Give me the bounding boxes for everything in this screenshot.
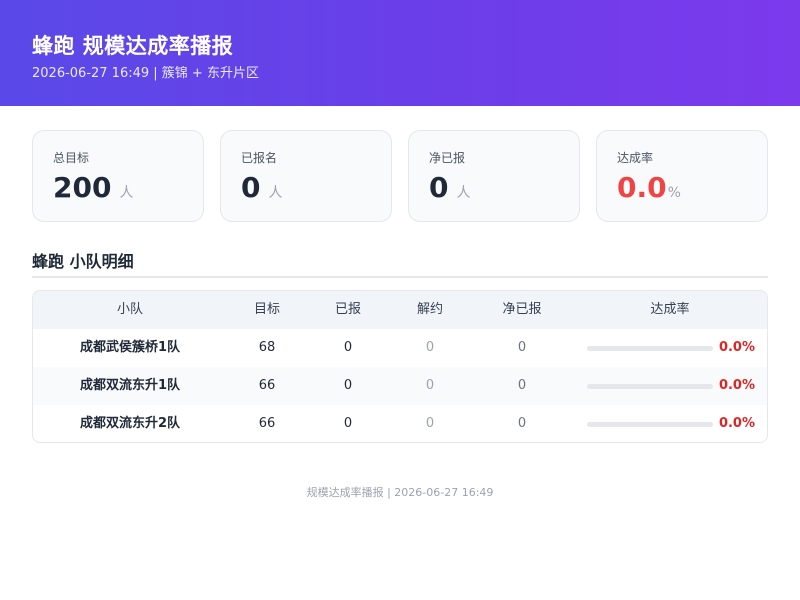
stat-unit: 人 [119,185,134,201]
progress-bar [587,384,713,389]
column-header-cancelled: 解约 [416,302,443,317]
section-divider [32,276,768,278]
stat-card-reported: 已报名 0人 [220,130,392,222]
team-table: 小队 目标 已报 解约 净已报 达成率 成都武侯簇桥1队 68 0 0 0 0.… [32,290,768,443]
team-reported: 0 [343,340,353,355]
team-net: 0 [517,378,527,393]
team-reported: 0 [343,378,353,393]
team-target: 68 [258,340,276,355]
stat-value-wrap: 0人 [429,171,470,204]
page-title: 蜂跑 规模达成率播报 [32,34,234,58]
stat-label: 净已报 [429,151,466,165]
table-row: 成都双流东升2队 66 0 0 0 0.0% [33,405,767,442]
team-cancelled: 0 [425,416,435,431]
team-cancelled: 0 [425,378,435,393]
team-rate: 0.0% [718,378,755,393]
stat-unit: 人 [456,185,471,201]
team-name: 成都武侯簇桥1队 [79,340,181,355]
team-name: 成都双流东升1队 [79,378,181,393]
team-rate: 0.0% [718,416,755,431]
team-net: 0 [517,340,527,355]
stat-value: 0 [429,171,449,204]
team-target: 66 [258,378,276,393]
column-header-target: 目标 [253,302,280,317]
progress-bar [587,422,713,427]
stats-cards: 总目标 200 人 已报名 0人 净已报 0人 达成率 0.0% [32,130,768,222]
stat-value-wrap: 0.0% [617,171,681,204]
team-reported: 0 [343,416,353,431]
stat-card-net-reported: 净已报 0人 [408,130,580,222]
progress-bar [587,346,713,351]
team-net: 0 [517,416,527,431]
footer-text: 规模达成率播报 | 2026-06-27 16:49 [306,486,494,499]
stat-label: 已报名 [241,151,278,165]
stat-value: 0.0 [617,171,667,204]
column-header-team: 小队 [116,302,143,317]
column-header-reported: 已报 [334,302,361,317]
stat-label: 达成率 [617,151,654,165]
stat-label: 总目标 [53,151,90,165]
team-target: 66 [258,416,276,431]
stat-unit: % [667,185,681,201]
table-header-row: 小队 目标 已报 解约 净已报 达成率 [33,291,767,329]
team-name: 成都双流东升2队 [79,416,181,431]
report-subtitle: 2026-06-27 16:49 | 簇锦 + 东升片区 [32,66,259,81]
stat-value-wrap: 200 人 [53,171,133,204]
stat-value: 0 [241,171,261,204]
report-header: 蜂跑 规模达成率播报 2026-06-27 16:49 | 簇锦 + 东升片区 [0,0,800,106]
stat-card-total-target: 总目标 200 人 [32,130,204,222]
team-rate: 0.0% [718,340,755,355]
table-row: 成都双流东升1队 66 0 0 0 0.0% [33,367,767,405]
section-title: 蜂跑 小队明细 [32,252,134,271]
column-header-net: 净已报 [502,302,542,317]
column-header-rate: 达成率 [650,302,690,317]
team-cancelled: 0 [425,340,435,355]
stat-value-wrap: 0人 [241,171,282,204]
stat-value: 200 [53,171,112,204]
table-row: 成都武侯簇桥1队 68 0 0 0 0.0% [33,329,767,367]
stat-card-achievement-rate: 达成率 0.0% [596,130,768,222]
stat-unit: 人 [268,185,283,201]
